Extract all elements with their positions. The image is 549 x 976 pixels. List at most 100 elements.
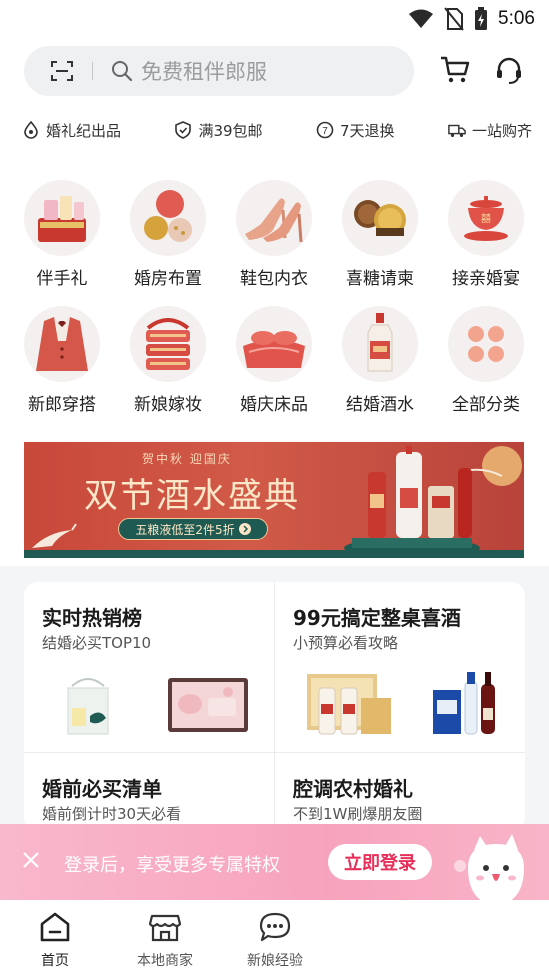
card-subtitle: 结婚必买TOP10 — [42, 634, 152, 652]
login-button[interactable]: 立即登录 — [328, 844, 432, 880]
mascot-icon — [454, 834, 524, 906]
category-groom[interactable]: 新郎穿搭 — [12, 306, 112, 415]
category-image — [342, 180, 418, 256]
category-shoes[interactable]: 鞋包内衣 — [224, 180, 324, 289]
nav-label: 本地商家 — [137, 953, 193, 969]
bedding-icon — [243, 331, 305, 368]
shield-check-icon — [175, 121, 192, 139]
search-input[interactable]: 免费租伴郎服 — [24, 46, 414, 96]
close-icon[interactable] — [22, 851, 40, 869]
bottom-navigation: 首页 本地商家 新娘经验 — [0, 900, 549, 976]
nav-item-home[interactable]: 首页 — [10, 910, 100, 970]
search-placeholder: 免费租伴郎服 — [141, 60, 267, 84]
category-image — [130, 180, 206, 256]
feature-label: 一站购齐 — [471, 121, 532, 140]
scan-icon[interactable] — [50, 59, 74, 83]
gift-set-image — [168, 678, 248, 732]
category-label: 结婚酒水 — [346, 395, 414, 415]
banner-pill-label: 五粮液低至2件5折 — [135, 522, 235, 537]
category-label: 接亲婚宴 — [452, 269, 520, 289]
card-rural-wedding[interactable]: 腔调农村婚礼 不到1W刷爆朋友圈 — [275, 753, 525, 832]
card-title: 婚前必买清单 — [42, 777, 162, 801]
basket-icon — [146, 318, 190, 370]
feature-cards: 实时热销榜 结婚必买TOP10 99元搞定整桌喜酒 小预算必看攻略 婚前必买清单… — [24, 582, 525, 832]
feature-label: 婚礼纪出品 — [46, 121, 122, 140]
category-label: 婚房布置 — [134, 269, 202, 289]
svg-text:7: 7 — [322, 126, 328, 137]
category-label: 全部分类 — [452, 395, 520, 415]
feature-item: 婚礼纪出品 — [22, 118, 121, 142]
customer-service-icon[interactable] — [494, 56, 524, 86]
feature-label: 满39包邮 — [198, 121, 263, 140]
liquor-display-image — [344, 446, 522, 558]
banner-promo-pill[interactable]: 五粮液低至2件5折 — [118, 518, 268, 540]
card-hot-list[interactable]: 实时热销榜 结婚必买TOP10 — [24, 582, 274, 752]
feature-label: 7天退换 — [339, 121, 395, 140]
no-sim-icon — [444, 7, 464, 31]
category-label: 婚庆床品 — [240, 395, 308, 415]
card-wine-table[interactable]: 99元搞定整桌喜酒 小预算必看攻略 — [275, 582, 525, 752]
status-bar: 5:06 — [0, 0, 549, 38]
gift-bag-image — [67, 678, 109, 735]
suit-icon — [36, 317, 88, 371]
category-gift[interactable]: 伴手礼 — [12, 180, 112, 289]
category-label: 新郎穿搭 — [28, 395, 96, 415]
category-liquor[interactable]: 结婚酒水 — [330, 306, 430, 415]
category-bedding[interactable]: 婚庆床品 — [224, 306, 324, 415]
category-image — [342, 306, 418, 382]
category-banquet[interactable]: 囍 接亲婚宴 — [436, 180, 536, 289]
category-label: 喜糖请柬 — [346, 269, 414, 289]
chat-bubble-icon — [259, 912, 291, 942]
category-image — [236, 180, 312, 256]
wine-bottles-image — [433, 672, 495, 735]
wifi-icon — [409, 9, 434, 28]
card-subtitle: 小预算必看攻略 — [293, 634, 399, 652]
tea-cup-icon: 囍 — [464, 196, 508, 241]
category-image — [24, 306, 100, 382]
banner-subtitle: 贺中秋 迎国庆 — [142, 452, 232, 466]
all-categories-icon — [468, 326, 504, 362]
search-separator — [92, 62, 93, 80]
category-image — [24, 180, 100, 256]
login-prompt-text: 登录后，享受更多专属特权 — [64, 855, 280, 876]
gift-box-icon — [38, 196, 86, 242]
category-candy[interactable]: 喜糖请柬 — [330, 180, 430, 289]
card-title: 实时热销榜 — [42, 606, 142, 630]
drop-logo-icon — [24, 121, 38, 139]
category-dowry[interactable]: 新娘嫁妆 — [118, 306, 218, 415]
category-label: 鞋包内衣 — [240, 269, 308, 289]
liquor-box-image — [307, 674, 391, 735]
battery-charging-icon — [475, 7, 488, 30]
nav-item-bride-experience[interactable]: 新娘经验 — [230, 910, 320, 970]
crane-icon — [32, 523, 77, 548]
nav-label: 新娘经验 — [247, 953, 303, 969]
search-icon — [112, 61, 133, 82]
card-subtitle: 婚前倒计时30天必看 — [42, 805, 182, 823]
status-time: 5:06 — [498, 8, 535, 29]
service-features: 婚礼纪出品 满39包邮 7 7天退换 一站购齐 — [22, 118, 532, 142]
category-all[interactable]: 全部分类 — [436, 306, 536, 415]
nav-label: 首页 — [41, 953, 69, 969]
card-title: 腔调农村婚礼 — [293, 777, 413, 801]
liquor-bottle-icon — [367, 313, 393, 372]
arrow-right-circle-icon — [238, 523, 251, 535]
feature-item: 满39包邮 — [174, 118, 263, 142]
high-heels-icon — [245, 198, 303, 243]
seven-days-icon: 7 — [316, 121, 334, 139]
category-decor[interactable]: 婚房布置 — [118, 180, 218, 289]
balloons-icon — [144, 190, 192, 242]
card-must-buy[interactable]: 婚前必买清单 婚前倒计时30天必看 — [24, 753, 274, 832]
cart-icon[interactable] — [440, 56, 470, 84]
promo-banner[interactable]: 贺中秋 迎国庆 双节酒水盛典 五粮液低至2件5折 — [24, 442, 524, 558]
card-subtitle: 不到1W刷爆朋友圈 — [293, 805, 423, 823]
feature-item: 一站购齐 — [448, 118, 532, 142]
store-icon — [148, 914, 182, 942]
login-banner: 登录后，享受更多专属特权 立即登录 — [0, 824, 549, 906]
feature-item: 7 7天退换 — [316, 118, 395, 142]
category-label: 新娘嫁妆 — [134, 395, 202, 415]
banner-bottom-strip — [24, 550, 524, 558]
nav-item-local-merchants[interactable]: 本地商家 — [120, 910, 210, 970]
category-image — [130, 306, 206, 382]
banner-title: 双节酒水盛典 — [84, 476, 300, 516]
home-icon — [40, 912, 70, 942]
